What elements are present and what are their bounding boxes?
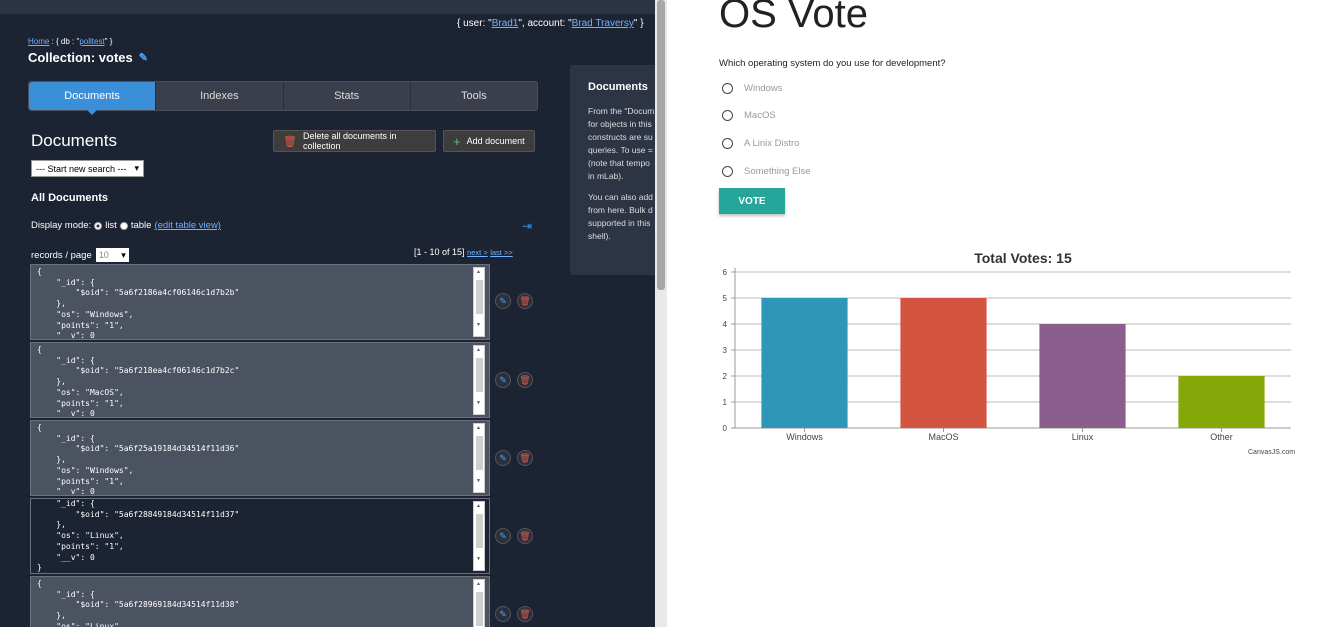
delete-doc-icon[interactable]: 🗑 <box>517 606 533 622</box>
edit-doc-icon[interactable]: ✎ <box>495 606 511 622</box>
bar-windows <box>761 298 848 428</box>
breadcrumb-db[interactable]: polltest <box>79 37 104 46</box>
info-paragraph: You can also add from here. Bulk d suppo… <box>588 192 653 241</box>
document-row[interactable]: "_id": { "$oid": "5a6f28849184d34514f11d… <box>30 498 490 574</box>
breadcrumb: Home : { db : "polltest" } <box>28 37 113 46</box>
bar-linux <box>1039 324 1126 428</box>
plus-icon: + <box>453 133 461 149</box>
mlab-panel: { user: "Brad1", account: "Brad Traversy… <box>0 0 655 627</box>
edit-doc-icon[interactable]: ✎ <box>495 450 511 466</box>
delete-doc-icon[interactable]: 🗑 <box>517 293 533 309</box>
edit-icon[interactable]: ✎ <box>139 52 151 64</box>
doc-scrollbar[interactable]: ▲▼ <box>473 423 485 493</box>
tab-stats[interactable]: Stats <box>284 82 411 110</box>
records-per-page: records / page 10 ▾ <box>31 248 129 262</box>
radio-icon[interactable] <box>722 83 733 94</box>
list-radio[interactable] <box>94 221 103 230</box>
x-tick-label: MacOS <box>928 432 958 442</box>
search-select[interactable]: --- Start new search --- ▾ <box>31 160 144 177</box>
user-link[interactable]: Brad1 <box>492 18 519 29</box>
doc-scrollbar[interactable]: ▲▼ <box>473 267 485 337</box>
user-info: { user: "Brad1", account: "Brad Traversy… <box>457 18 644 29</box>
table-radio[interactable] <box>119 221 128 230</box>
vote-button[interactable]: VOTE <box>719 188 785 214</box>
documents-heading: Documents <box>31 131 117 150</box>
x-tick-label: Other <box>1210 432 1233 442</box>
option-other[interactable]: Something Else <box>722 166 811 177</box>
page-scrollbar[interactable] <box>655 0 667 627</box>
edit-doc-icon[interactable]: ✎ <box>495 528 511 544</box>
collection-title: Collection: votes ✎ <box>28 50 151 65</box>
option-windows[interactable]: Windows <box>722 83 783 94</box>
dropdown-arrow-icon: ▾ <box>134 163 139 173</box>
bar-other <box>1178 376 1265 428</box>
y-tick-label: 2 <box>723 372 728 381</box>
delete-doc-icon[interactable]: 🗑 <box>517 528 533 544</box>
pagination: [1 - 10 of 15] next > last >> <box>414 247 513 257</box>
y-tick-label: 4 <box>723 320 728 329</box>
all-documents-label: All Documents <box>31 192 109 204</box>
x-tick-label: Linux <box>1072 432 1094 442</box>
tab-bar: Documents Indexes Stats Tools <box>28 81 538 115</box>
breadcrumb-home[interactable]: Home <box>28 37 49 46</box>
edit-doc-icon[interactable]: ✎ <box>495 372 511 388</box>
edit-doc-icon[interactable]: ✎ <box>495 293 511 309</box>
question-text: Which operating system do you use for de… <box>719 58 946 69</box>
export-icon[interactable]: ⇥ <box>522 219 532 233</box>
option-linux[interactable]: A Linix Distro <box>722 138 799 149</box>
y-tick-label: 3 <box>723 346 728 355</box>
y-tick-label: 5 <box>723 294 728 303</box>
chart-title: Total Votes: 15 <box>974 250 1072 266</box>
votes-chart: Total Votes: 15 0 1 2 3 4 5 6 Windows MacOS Linux O… <box>723 250 1291 442</box>
tab-documents[interactable]: Documents <box>29 82 157 115</box>
x-tick-label: Windows <box>786 432 823 442</box>
y-tick-label: 6 <box>723 268 728 277</box>
dropdown-arrow-icon: ▾ <box>121 249 126 260</box>
delete-doc-icon[interactable]: 🗑 <box>517 372 533 388</box>
y-tick-label: 1 <box>723 398 728 407</box>
account-link[interactable]: Brad Traversy <box>572 18 634 29</box>
option-macos[interactable]: MacOS <box>722 110 776 121</box>
bar-macos <box>900 298 987 428</box>
document-row[interactable]: { "_id": { "$oid": "5a6f218ea4cf06146c1d… <box>30 342 490 418</box>
delete-all-button[interactable]: 🗑 Delete all documents in collection <box>273 130 436 152</box>
doc-scrollbar[interactable]: ▲▼ <box>473 579 485 627</box>
last-page-link[interactable]: last >> <box>490 248 513 257</box>
doc-scrollbar[interactable]: ▲▼ <box>473 501 485 571</box>
records-per-page-select[interactable]: 10 ▾ <box>95 248 129 262</box>
trash-icon: 🗑 <box>283 135 297 148</box>
delete-doc-icon[interactable]: 🗑 <box>517 450 533 466</box>
info-paragraph: From the "Docum for objects in this cons… <box>588 106 655 181</box>
radio-icon[interactable] <box>722 110 733 121</box>
y-tick-label: 0 <box>723 424 728 433</box>
browser-strip <box>0 0 655 14</box>
edit-table-view-link[interactable]: (edit table view) <box>154 220 221 231</box>
scrollbar-thumb[interactable] <box>657 0 665 290</box>
display-mode: Display mode: list table (edit table vie… <box>31 220 221 231</box>
add-document-button[interactable]: + Add document <box>443 130 535 152</box>
documents-info-panel: Documents From the "Docum for objects in… <box>570 65 655 275</box>
page-title: OS Vote <box>719 0 868 36</box>
doc-scrollbar[interactable]: ▲▼ <box>473 345 485 415</box>
radio-icon[interactable] <box>722 166 733 177</box>
tab-indexes[interactable]: Indexes <box>156 82 284 110</box>
document-row[interactable]: { "_id": { "$oid": "5a6f28969184d34514f1… <box>30 576 490 627</box>
document-row[interactable]: { "_id": { "$oid": "5a6f25a19184d34514f1… <box>30 420 490 496</box>
document-row[interactable]: { "_id": { "$oid": "5a6f2186a4cf06146c1d… <box>30 264 490 340</box>
next-page-link[interactable]: next > <box>467 248 488 257</box>
tab-tools[interactable]: Tools <box>411 82 537 110</box>
radio-icon[interactable] <box>722 138 733 149</box>
chart-credit[interactable]: CanvasJS.com <box>1248 449 1295 456</box>
